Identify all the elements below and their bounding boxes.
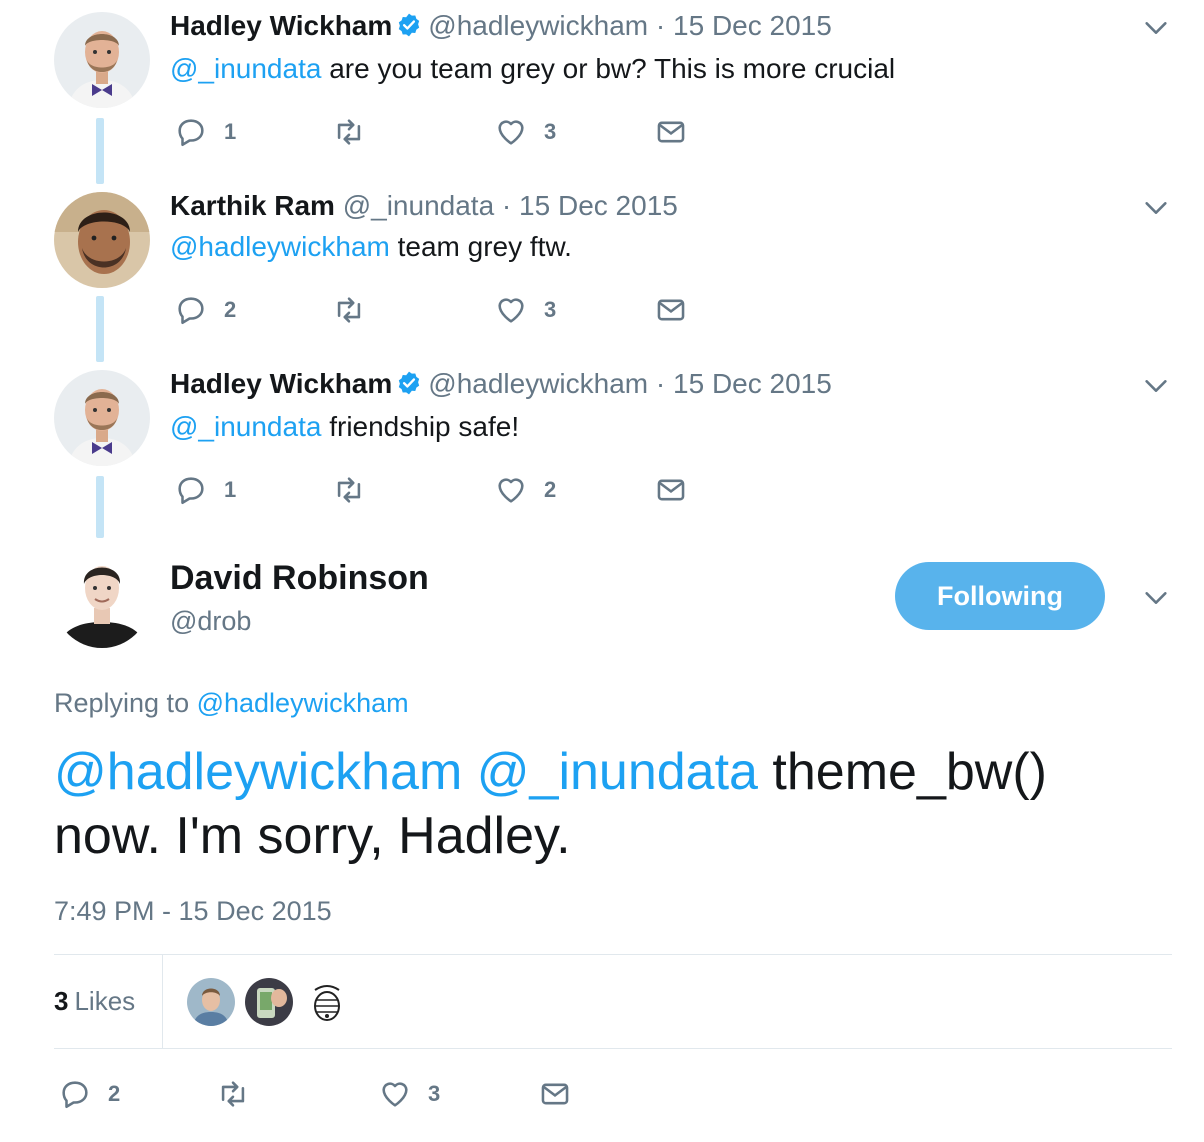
retweet-icon — [337, 119, 361, 145]
reply-count: 1 — [224, 119, 237, 144]
like-button[interactable]: 3 — [494, 290, 556, 330]
likers-avatars — [187, 978, 351, 1026]
tweet-text: @hadleywickham team grey ftw. — [170, 229, 572, 265]
tweet-stats: 3 Likes — [54, 954, 1172, 1049]
liker-avatar[interactable] — [245, 978, 293, 1026]
like-button[interactable]: 3 — [494, 112, 556, 152]
message-button[interactable] — [654, 290, 688, 330]
retweet-icon — [221, 1081, 245, 1107]
caret-down-icon[interactable] — [1142, 14, 1170, 42]
likes-label: Likes — [74, 986, 136, 1016]
tweet-date[interactable]: 15 Dec 2015 — [519, 190, 678, 221]
reply-icon — [178, 297, 204, 325]
reply-button[interactable]: 2 — [58, 1074, 120, 1114]
like-count: 3 — [544, 119, 557, 144]
retweet-icon — [337, 297, 361, 323]
avatar-david[interactable] — [54, 552, 150, 648]
tweet-text: @_inundata friendship safe! — [170, 409, 519, 445]
author-handle[interactable]: @hadleywickham — [428, 10, 648, 41]
tweet-header: Hadley Wickham @hadleywickham · 15 Dec 20… — [170, 366, 832, 402]
reply-tweet-1[interactable]: Hadley Wickham @hadleywickham · 15 Dec 20… — [0, 0, 1204, 180]
separator-dot: · — [648, 10, 674, 41]
like-button[interactable]: 2 — [494, 470, 556, 510]
reply-count: 1 — [224, 477, 237, 502]
message-button[interactable] — [654, 112, 688, 152]
likes-count: 3 — [54, 986, 69, 1016]
tweet-header: Karthik Ram @_inundata · 15 Dec 2015 — [170, 188, 678, 224]
tweet-text-content: friendship safe! — [321, 411, 520, 442]
avatar-karthik[interactable] — [54, 192, 150, 288]
verified-icon — [399, 13, 420, 37]
author-name[interactable]: Hadley Wickham — [170, 10, 392, 41]
tweet-date[interactable]: 15 Dec 2015 — [673, 368, 832, 399]
retweet-button[interactable] — [332, 112, 366, 152]
like-icon — [382, 1082, 408, 1107]
reply-icon — [178, 477, 204, 505]
like-button[interactable]: 3 — [378, 1074, 440, 1114]
retweet-button[interactable] — [332, 290, 366, 330]
message-icon — [657, 299, 685, 321]
like-icon — [498, 478, 524, 503]
verified-icon — [399, 371, 420, 395]
mention-link[interactable]: @hadleywickham — [170, 231, 390, 262]
avatar-hadley[interactable] — [54, 370, 150, 466]
caret-down-icon[interactable] — [1142, 372, 1170, 400]
tweet-header: Hadley Wickham @hadleywickham · 15 Dec 20… — [170, 8, 832, 44]
replying-to-link[interactable]: @hadleywickham — [197, 688, 409, 718]
tweet-date[interactable]: 15 Dec 2015 — [673, 10, 832, 41]
mention-link[interactable]: @_inundata — [477, 743, 758, 801]
main-tweet-timestamp[interactable]: 7:49 PM - 15 Dec 2015 — [54, 894, 332, 928]
main-tweet-text: @hadleywickham @_inundata theme_bw() now… — [54, 740, 1164, 868]
like-count: 2 — [544, 477, 557, 502]
likes-count-link[interactable]: 3 Likes — [54, 955, 163, 1048]
reply-button[interactable]: 1 — [174, 112, 236, 152]
author-name[interactable]: Hadley Wickham — [170, 368, 392, 399]
author-handle[interactable]: @hadleywickham — [428, 368, 648, 399]
tweet-text-content: are you team grey or bw? This is more cr… — [321, 53, 896, 84]
liker-avatar[interactable] — [187, 978, 235, 1026]
retweet-icon — [337, 477, 361, 503]
main-tweet-actions: 2 3 — [54, 1074, 614, 1114]
following-button[interactable]: Following — [895, 562, 1105, 630]
like-count: 3 — [544, 297, 557, 322]
separator-dot: · — [648, 368, 674, 399]
liker-avatar[interactable] — [303, 978, 351, 1026]
separator-dot: · — [494, 190, 520, 221]
tweet-actions: 1 3 — [170, 112, 730, 152]
message-icon — [541, 1083, 569, 1105]
tweet-text-content: team grey ftw. — [389, 231, 572, 262]
reply-tweet-3[interactable]: Hadley Wickham @hadleywickham · 15 Dec 20… — [0, 358, 1204, 538]
reply-icon — [62, 1081, 88, 1109]
caret-down-icon[interactable] — [1142, 194, 1170, 222]
author-handle[interactable]: @_inundata — [343, 190, 494, 221]
mention-link[interactable]: @_inundata — [170, 411, 321, 442]
caret-down-icon[interactable] — [1142, 584, 1170, 612]
like-icon — [498, 120, 524, 145]
author-name[interactable]: Karthik Ram — [170, 190, 335, 221]
message-button[interactable] — [538, 1074, 572, 1114]
reply-icon — [178, 119, 204, 147]
retweet-button[interactable] — [216, 1074, 250, 1114]
reply-count: 2 — [108, 1081, 121, 1106]
mention-link[interactable]: @hadleywickham — [54, 743, 462, 801]
message-icon — [657, 479, 685, 501]
message-button[interactable] — [654, 470, 688, 510]
avatar-hadley[interactable] — [54, 12, 150, 108]
mention-link[interactable]: @_inundata — [170, 53, 321, 84]
replying-to: Replying to @hadleywickham — [54, 686, 409, 720]
reply-count: 2 — [224, 297, 237, 322]
tweet-text: @_inundata are you team grey or bw? This… — [170, 51, 895, 87]
main-author-name[interactable]: David Robinson — [170, 558, 429, 598]
reply-button[interactable]: 2 — [174, 290, 236, 330]
main-author-handle[interactable]: @drob — [170, 604, 251, 638]
like-count: 3 — [428, 1081, 441, 1106]
tweet-actions: 2 3 — [170, 290, 730, 330]
reply-button[interactable]: 1 — [174, 470, 236, 510]
like-icon — [498, 298, 524, 323]
retweet-button[interactable] — [332, 470, 366, 510]
tweet-actions: 1 2 — [170, 470, 730, 510]
message-icon — [657, 121, 685, 143]
reply-tweet-2[interactable]: Karthik Ram @_inundata · 15 Dec 2015 @ha… — [0, 180, 1204, 360]
replying-prefix: Replying to — [54, 688, 197, 718]
